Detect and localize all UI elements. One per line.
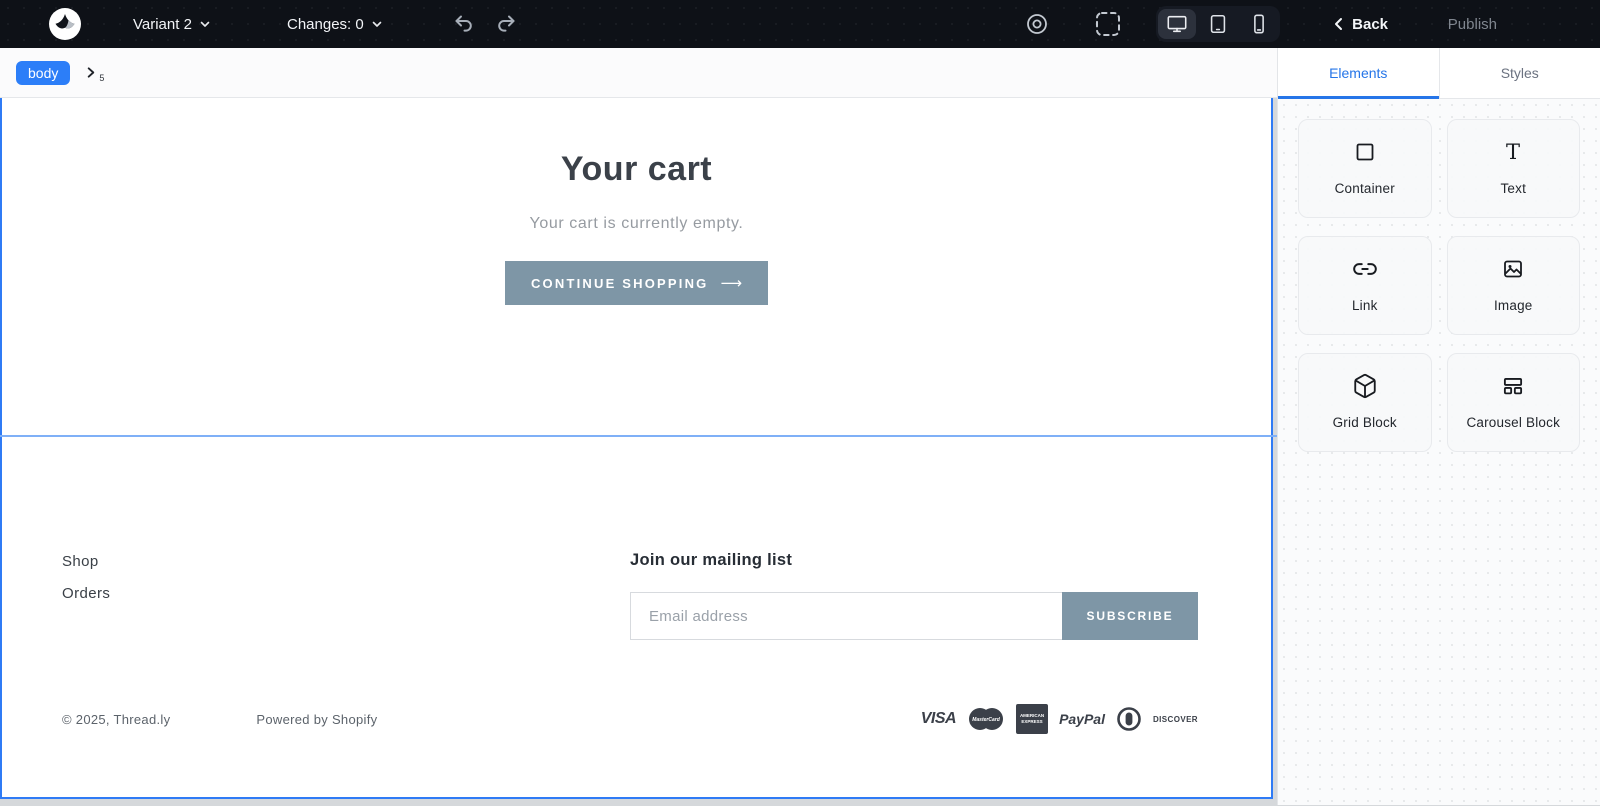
tab-elements[interactable]: Elements	[1278, 48, 1439, 98]
variant-label: Variant 2	[133, 16, 192, 33]
breadcrumb: body 5	[0, 48, 1277, 98]
element-card-link[interactable]: Link	[1298, 236, 1432, 335]
editor-topbar: Variant 2 Changes: 0	[0, 0, 1600, 48]
svg-text:MasterCard: MasterCard	[972, 717, 1000, 723]
preview-button[interactable]	[1020, 0, 1054, 48]
footer-link-orders[interactable]: Orders	[62, 585, 110, 602]
preview-eye-icon	[1024, 11, 1050, 37]
powered-by-shopify[interactable]: Powered by Shopify	[256, 712, 377, 727]
marquee-selection-icon	[1094, 10, 1122, 38]
email-input[interactable]	[630, 592, 1062, 640]
text-icon: T	[1501, 137, 1525, 167]
mobile-icon	[1248, 13, 1270, 35]
element-card-carousel-block[interactable]: Carousel Block	[1447, 353, 1581, 452]
back-button[interactable]: Back	[1332, 0, 1388, 48]
chevron-left-icon	[1332, 17, 1346, 31]
element-card-text[interactable]: T Text	[1447, 119, 1581, 218]
section-hover-indicator	[0, 435, 1281, 437]
element-label: Text	[1500, 179, 1526, 200]
publish-button[interactable]: Publish	[1448, 0, 1497, 48]
grid-block-icon	[1352, 371, 1378, 401]
subscribe-button[interactable]: SUBSCRIBE	[1062, 592, 1198, 640]
element-label: Grid Block	[1333, 413, 1397, 434]
newsletter-block: Join our mailing list SUBSCRIBE	[630, 551, 1198, 640]
variant-dropdown[interactable]: Variant 2	[133, 0, 211, 48]
element-label: Image	[1494, 296, 1533, 317]
back-label: Back	[1352, 16, 1388, 33]
chevron-down-icon	[371, 18, 383, 30]
element-card-container[interactable]: Container	[1298, 119, 1432, 218]
undo-icon	[452, 12, 476, 36]
copyright-text: © 2025, Thread.ly	[62, 712, 170, 727]
cart-title[interactable]: Your cart	[2, 150, 1271, 189]
continue-shopping-label: CONTINUE SHOPPING	[531, 276, 709, 291]
tablet-icon	[1207, 13, 1229, 35]
sidebar-tabs: Elements Styles	[1278, 48, 1600, 99]
paypal-icon: PayPal	[1059, 711, 1105, 727]
footer-legal-row: © 2025, Thread.ly Powered by Shopify VIS…	[62, 704, 1198, 734]
tablet-view-button[interactable]	[1199, 9, 1237, 39]
marquee-select-button[interactable]	[1091, 0, 1125, 48]
footer-nav: Shop Orders	[62, 553, 110, 617]
element-card-image[interactable]: Image	[1447, 236, 1581, 335]
redo-icon	[494, 12, 518, 36]
elements-panel: Container T Text Link	[1278, 99, 1600, 806]
app-logo[interactable]	[48, 0, 82, 48]
continue-shopping-button[interactable]: CONTINUE SHOPPING ⟶	[505, 261, 768, 305]
diners-club-icon	[1116, 706, 1142, 732]
changes-dropdown[interactable]: Changes: 0	[287, 0, 383, 48]
svg-text:T: T	[1506, 140, 1520, 164]
footer-link-shop[interactable]: Shop	[62, 553, 110, 570]
tab-styles[interactable]: Styles	[1439, 48, 1600, 98]
whale-logo-icon	[48, 7, 82, 41]
amex-icon: AMERICAN EXPRESS	[1016, 704, 1048, 734]
container-icon	[1353, 137, 1377, 167]
breadcrumb-body-tag[interactable]: body	[16, 61, 70, 85]
link-icon	[1352, 254, 1378, 284]
right-arrow-icon: ⟶	[721, 274, 743, 292]
cart-empty-message[interactable]: Your cart is currently empty.	[2, 215, 1271, 233]
breadcrumb-child-count: 5	[99, 73, 104, 83]
editor-canvas[interactable]: Your cart Your cart is currently empty. …	[0, 98, 1273, 799]
image-icon	[1501, 254, 1525, 284]
element-label: Container	[1335, 179, 1395, 200]
undo-button[interactable]	[447, 0, 481, 48]
cart-section: Your cart Your cart is currently empty. …	[2, 98, 1271, 305]
discover-icon: DISCOVER	[1153, 715, 1198, 724]
mastercard-icon: MasterCard	[967, 707, 1005, 731]
device-preview-toggle	[1156, 6, 1280, 42]
mobile-view-button[interactable]	[1240, 9, 1278, 39]
right-sidebar: Elements Styles Container T Text	[1277, 48, 1600, 805]
publish-label: Publish	[1448, 16, 1497, 33]
changes-label: Changes: 0	[287, 16, 364, 33]
chevron-down-icon	[199, 18, 211, 30]
newsletter-title: Join our mailing list	[630, 551, 1198, 570]
breadcrumb-expand[interactable]	[84, 66, 97, 79]
element-label: Carousel Block	[1466, 413, 1560, 434]
element-label: Link	[1352, 296, 1378, 317]
carousel-block-icon	[1500, 371, 1526, 401]
chevron-right-icon	[84, 66, 97, 79]
desktop-view-button[interactable]	[1158, 9, 1196, 39]
visa-icon: VISA	[921, 710, 956, 728]
element-card-grid-block[interactable]: Grid Block	[1298, 353, 1432, 452]
redo-button[interactable]	[489, 0, 523, 48]
payment-icons: VISA MasterCard AMERICAN EXPRESS PayPal …	[921, 704, 1198, 734]
desktop-icon	[1166, 13, 1188, 35]
